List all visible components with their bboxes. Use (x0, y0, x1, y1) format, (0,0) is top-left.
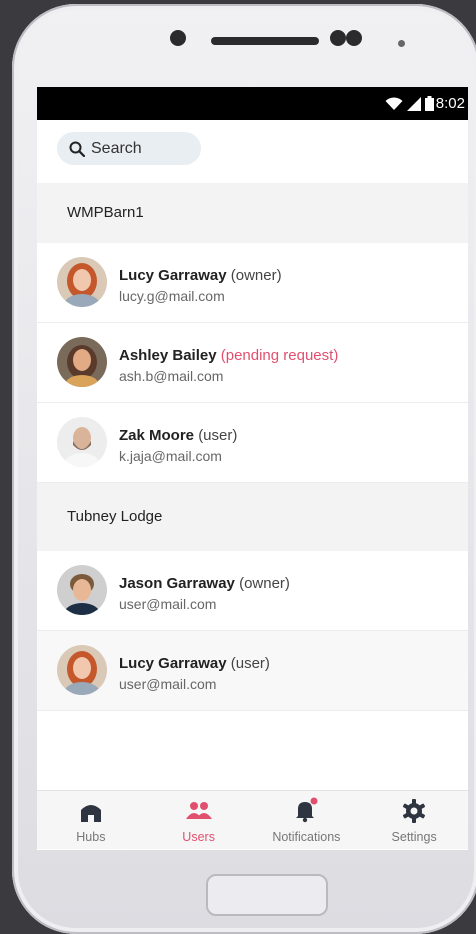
sensor-dot (330, 30, 346, 46)
bell-icon (296, 797, 318, 823)
user-email: user@mail.com (119, 596, 217, 612)
home-button[interactable] (206, 874, 328, 916)
tab-notifications[interactable]: Notifications (253, 791, 361, 849)
user-role: (owner) (239, 575, 290, 592)
group-header: Tubney Lodge (37, 483, 468, 551)
avatar (57, 337, 107, 387)
tab-label: Users (182, 830, 215, 844)
group-header: WMPBarn1 (37, 183, 468, 243)
user-row[interactable]: Jason Garraway (owner) user@mail.com (37, 551, 468, 631)
sensor-dot (346, 30, 362, 46)
tab-label: Notifications (272, 830, 341, 844)
user-email: k.jaja@mail.com (119, 448, 222, 464)
user-role: (user) (198, 427, 238, 444)
user-row[interactable]: Ashley Bailey (pending request) ash.b@ma… (37, 323, 468, 403)
user-email: user@mail.com (119, 676, 217, 692)
signal-icon (407, 97, 421, 111)
bottom-tab-bar: Hubs Users Notifications Settings (37, 790, 468, 849)
avatar (57, 645, 107, 695)
user-name: Jason Garraway (119, 575, 235, 592)
user-email: lucy.g@mail.com (119, 288, 225, 304)
user-name: Lucy Garraway (119, 655, 227, 672)
user-role: (user) (230, 655, 270, 672)
avatar (57, 565, 107, 615)
speaker-grille (211, 37, 319, 45)
tab-label: Settings (391, 830, 437, 844)
users-icon (185, 802, 212, 819)
gear-icon (403, 799, 426, 823)
user-name: Zak Moore (119, 427, 195, 444)
tab-settings[interactable]: Settings (360, 791, 468, 849)
home-icon (80, 805, 101, 822)
avatar (57, 257, 107, 307)
group-title: Tubney Lodge (67, 508, 163, 525)
user-row[interactable]: Zak Moore (user) k.jaja@mail.com (37, 403, 468, 483)
user-name: Ashley Bailey (119, 347, 217, 364)
user-role: (owner) (230, 267, 282, 284)
search-input[interactable]: Search (57, 132, 201, 165)
pending-request-label: (pending request) (220, 347, 339, 364)
user-email: ash.b@mail.com (119, 368, 224, 384)
tab-users[interactable]: Users (145, 791, 253, 849)
status-time: 8:02 (435, 95, 465, 112)
user-row[interactable]: Lucy Garraway (owner) lucy.g@mail.com (37, 243, 468, 323)
wifi-icon (385, 97, 403, 110)
avatar (57, 417, 107, 467)
user-name: Lucy Garraway (119, 267, 227, 284)
user-row[interactable]: Lucy Garraway (user) user@mail.com (37, 631, 468, 711)
group-title: WMPBarn1 (67, 204, 144, 221)
tab-label: Hubs (76, 830, 106, 844)
app-screen: 8:02 Search WMPBarn1 Lucy Garraway (owne… (37, 87, 468, 850)
status-bar: 8:02 (37, 87, 468, 120)
proximity-dot (398, 40, 405, 47)
camera-dot (170, 30, 186, 46)
tab-hubs[interactable]: Hubs (37, 791, 145, 849)
battery-icon (425, 96, 434, 111)
search-icon (69, 141, 85, 157)
search-placeholder: Search (91, 139, 142, 157)
